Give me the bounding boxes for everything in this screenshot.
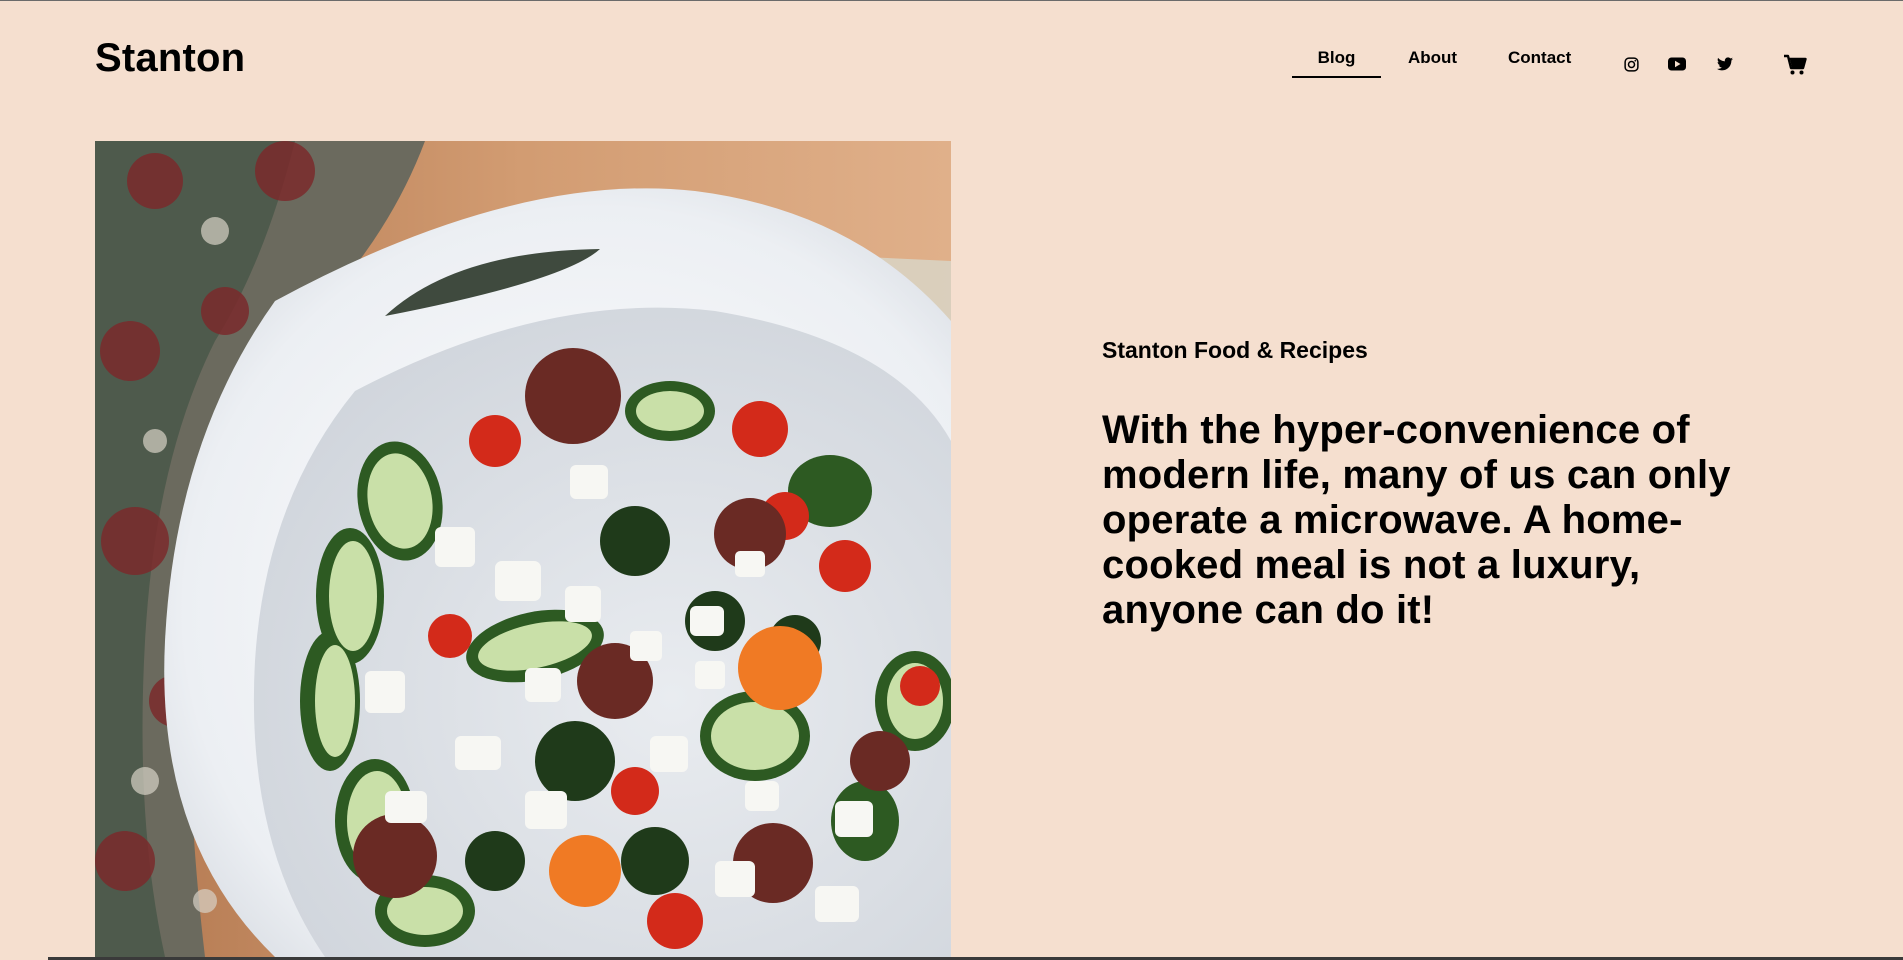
twitter-icon[interactable] (1714, 53, 1736, 75)
nav-item-blog[interactable]: Blog (1292, 48, 1381, 78)
intro-section: Stanton Food & Recipes With the hyper-co… (1102, 337, 1782, 633)
nav-item-contact[interactable]: Contact (1508, 48, 1571, 68)
salad-bowl-photo (95, 141, 951, 957)
intro-subtitle: Stanton Food & Recipes (1102, 337, 1368, 363)
nav-item-about[interactable]: About (1408, 48, 1457, 68)
active-nav-underline (1292, 76, 1381, 78)
instagram-icon[interactable] (1620, 53, 1642, 75)
top-border (0, 0, 1903, 1)
nav-item-blog-label: Blog (1317, 48, 1356, 67)
cart-icon[interactable] (1782, 52, 1808, 78)
intro-headline: With the hyper-convenience of modern lif… (1102, 408, 1731, 632)
youtube-icon[interactable] (1666, 53, 1688, 75)
site-logo[interactable]: Stanton (95, 36, 245, 81)
